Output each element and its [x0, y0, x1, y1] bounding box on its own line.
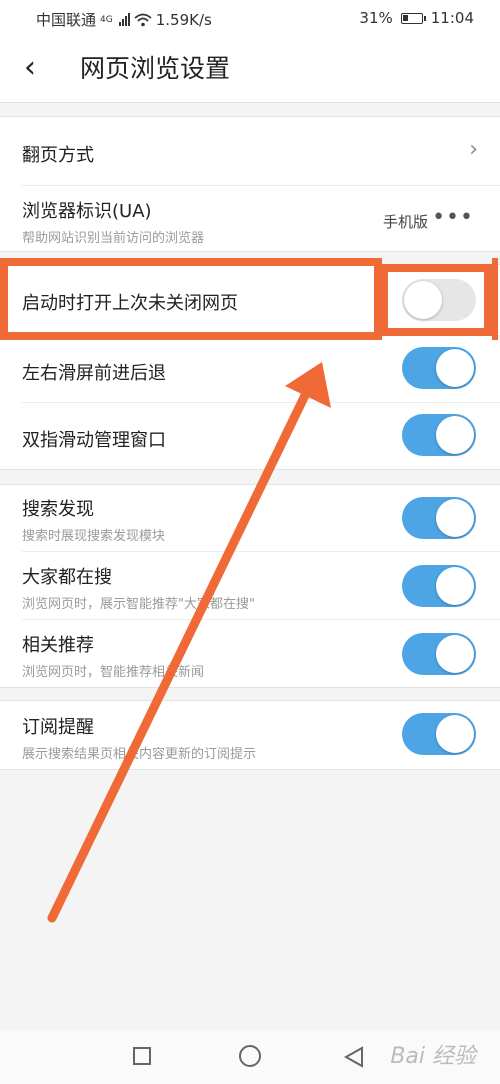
- annotation-arrow: [47, 362, 331, 923]
- system-nav-bar: Bai 经验: [0, 1030, 500, 1084]
- watermark-text: Bai 经验: [390, 1044, 476, 1069]
- recent-apps-icon[interactable]: [133, 1047, 151, 1065]
- home-icon[interactable]: [239, 1045, 261, 1067]
- back-nav-icon[interactable]: [342, 1045, 366, 1069]
